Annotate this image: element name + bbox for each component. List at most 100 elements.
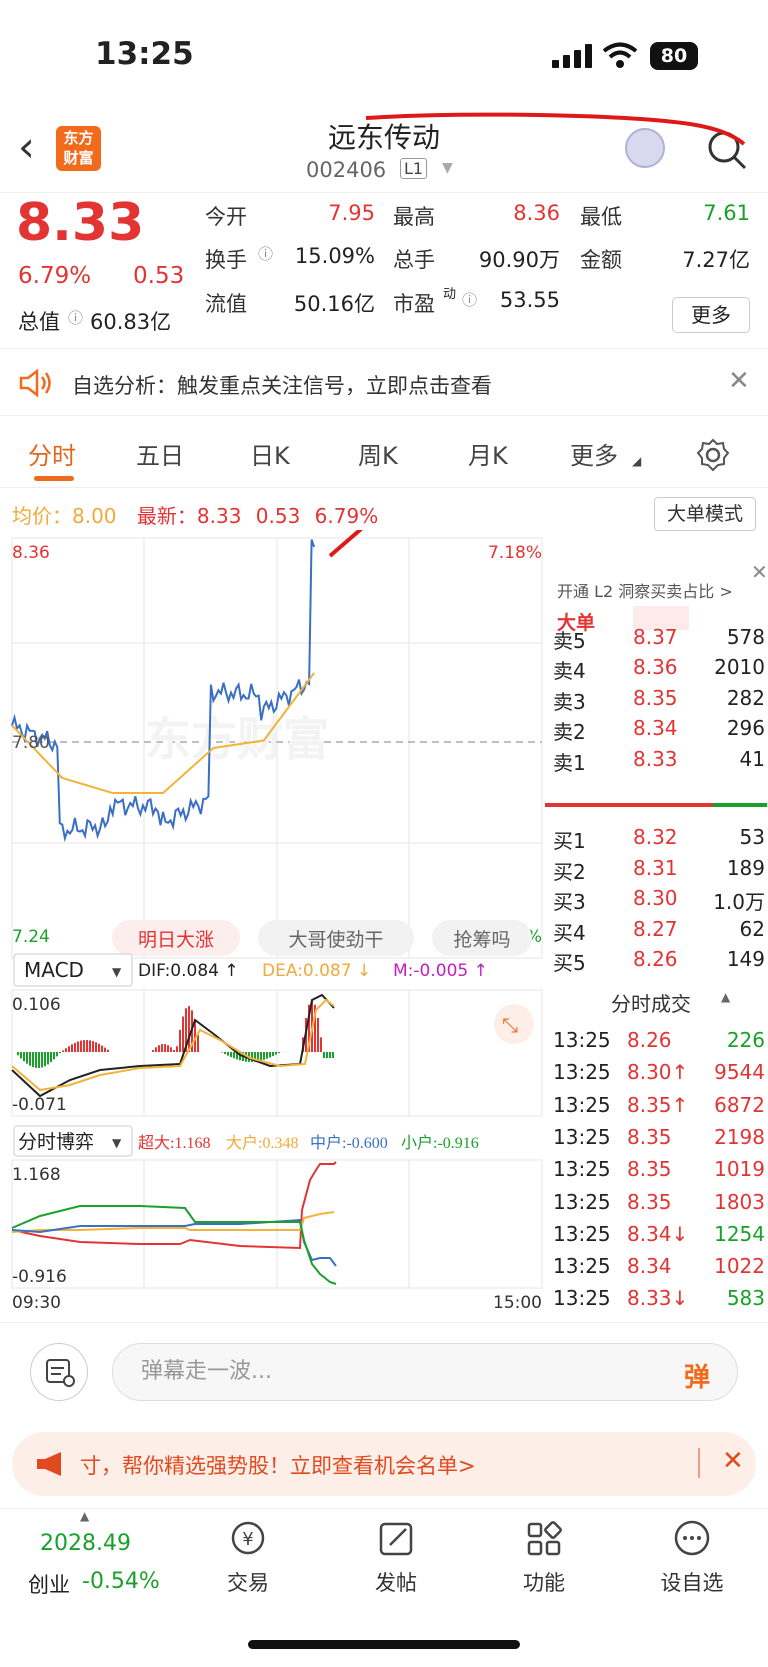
promo-banner[interactable]: 寸，帮你精选强势股！立即查看机会名单> ✕: [12, 1432, 756, 1496]
edit-icon: [379, 1522, 413, 1556]
order-ratio-bar: [545, 803, 767, 807]
nav-post[interactable]: 发帖: [346, 1519, 446, 1597]
chip-push-hard[interactable]: 大哥使劲干: [288, 929, 383, 951]
info-icon[interactable]: ⓘ: [462, 289, 477, 310]
ticks-title[interactable]: 分时成交: [611, 988, 691, 1017]
buy-row: 买2 8.31 189: [545, 856, 765, 888]
macd-bar: [233, 1052, 235, 1059]
sell-volume: 578: [726, 624, 765, 649]
macd-bar: [161, 1044, 163, 1052]
macd-bar: [266, 1052, 268, 1059]
gear-icon[interactable]: [696, 438, 730, 472]
macd-bar: [59, 1052, 61, 1054]
turnover-value: 15.09%: [294, 244, 375, 268]
sell-volume: 282: [726, 685, 765, 710]
macd-bar: [167, 1045, 169, 1052]
macd-bar: [263, 1052, 265, 1060]
tab-weekly-k[interactable]: 周K: [358, 436, 398, 471]
close-icon[interactable]: ✕: [728, 366, 750, 396]
macd-select-label[interactable]: MACD: [24, 958, 84, 982]
sell-row: 卖4 8.36 2010: [545, 655, 765, 687]
tick-time: 13:25: [553, 1092, 611, 1117]
nav-functions[interactable]: 功能: [494, 1519, 594, 1597]
tab-intraday[interactable]: 分时: [28, 436, 76, 471]
sell-label: 卖2: [553, 720, 586, 744]
index-pct[interactable]: -0.54%: [82, 1569, 160, 1594]
l2-upgrade-link[interactable]: 开通 L2 洞察买卖占比 >: [557, 578, 733, 602]
chip-tomorrow-rise[interactable]: 明日大涨: [138, 929, 214, 951]
buy-label: 买5: [553, 951, 586, 975]
macd-bar: [53, 1052, 55, 1060]
macd-bar: [95, 1042, 97, 1052]
ticks-collapse-icon[interactable]: ▲: [721, 990, 730, 1004]
macd-bar: [29, 1052, 31, 1066]
sell-volume: 2010: [714, 655, 765, 679]
game-bottom-label: -0.916: [12, 1267, 67, 1287]
dea-value: DEA:0.087 ↓: [262, 961, 371, 981]
intraday-chart[interactable]: 东方财富 8.36 7.18% 7.80 7.24 -7.18% 明日大涨 大哥…: [0, 530, 545, 1320]
tick-price: 8.33↓: [627, 1286, 689, 1311]
open-value: 7.95: [328, 201, 375, 225]
game-select-label[interactable]: 分时博弈: [18, 1131, 94, 1153]
macd-bar: [275, 1052, 277, 1055]
grid-icon: [527, 1521, 562, 1556]
total-cap: 60.83亿: [90, 310, 172, 334]
nav-trade[interactable]: ¥ 交易: [198, 1519, 298, 1597]
macd-bar: [170, 1047, 172, 1052]
buy-volume: 1.0万: [713, 890, 765, 914]
buy-label: 买4: [553, 920, 586, 945]
tab-monthly-k[interactable]: 月K: [468, 436, 508, 471]
macd-bar: [152, 1050, 154, 1052]
buy-row: 买1 8.32 53: [545, 825, 765, 857]
macd-bar: [20, 1052, 22, 1059]
close-icon[interactable]: ✕: [751, 560, 768, 584]
close-icon[interactable]: ✕: [722, 1446, 744, 1476]
macd-bar: [179, 1029, 181, 1052]
big-order-mode-button[interactable]: 大单模式: [654, 497, 756, 531]
buy-volume: 149: [726, 947, 765, 971]
chip-grab-shares[interactable]: 抢筹吗: [453, 929, 510, 951]
status-bar: 13:25 80: [0, 0, 768, 110]
macd-bar: [317, 1017, 319, 1052]
more-button[interactable]: 更多: [672, 297, 750, 333]
buy-row: 买4 8.27 62: [545, 917, 765, 949]
more-caret-icon: ◢: [632, 454, 642, 468]
macd-bar: [230, 1052, 232, 1057]
nav-set-watchlist[interactable]: 设自选: [642, 1519, 742, 1597]
danmu-send-button[interactable]: 弹: [684, 1357, 710, 1394]
tab-daily-k[interactable]: 日K: [250, 436, 290, 471]
tab-five-day[interactable]: 五日: [136, 436, 184, 471]
macd-bar: [278, 1052, 280, 1054]
macd-bar: [320, 1037, 322, 1052]
macd-bar: [107, 1049, 109, 1052]
danmu-settings-icon[interactable]: [30, 1343, 88, 1401]
info-icon[interactable]: ⓘ: [258, 243, 273, 264]
info-icon[interactable]: ⓘ: [68, 307, 83, 328]
buy-volume: 189: [726, 855, 765, 880]
expand-icon[interactable]: ⤡: [502, 1013, 518, 1037]
buy-price: 8.30: [633, 886, 678, 910]
active-tab-indicator: [34, 476, 74, 481]
buy-price: 8.32: [633, 825, 678, 849]
index-name[interactable]: 创业: [28, 1569, 70, 1599]
index-value[interactable]: 2028.49: [40, 1531, 131, 1556]
alert-banner[interactable]: 自选分析：触发重点关注信号，立即点击查看 ✕: [0, 350, 768, 416]
trade-icon: ¥: [231, 1521, 265, 1555]
macd-bar: [74, 1042, 76, 1052]
red-annotation-line: [328, 530, 364, 558]
tick-row: 13:25 8.34 1022: [545, 1254, 765, 1286]
tick-price: 8.34↓: [627, 1221, 689, 1246]
macd-bar: [38, 1052, 40, 1068]
tick-time: 13:25: [553, 1028, 611, 1052]
tick-row: 13:25 8.35 1803: [545, 1190, 765, 1222]
y-bottom-left-label: 7.24: [12, 927, 50, 947]
pe-value: 53.55: [499, 288, 560, 312]
home-indicator[interactable]: [248, 1640, 520, 1649]
high-value: 8.36: [513, 201, 560, 225]
amount-value: 7.27亿: [682, 248, 750, 272]
danmu-input[interactable]: 弹幕走一波...: [112, 1343, 738, 1401]
buy-label: 买3: [553, 890, 586, 914]
tab-more[interactable]: 更多: [570, 436, 618, 471]
cellular-signal-icon: [552, 44, 592, 68]
tick-volume: 583: [726, 1286, 765, 1311]
